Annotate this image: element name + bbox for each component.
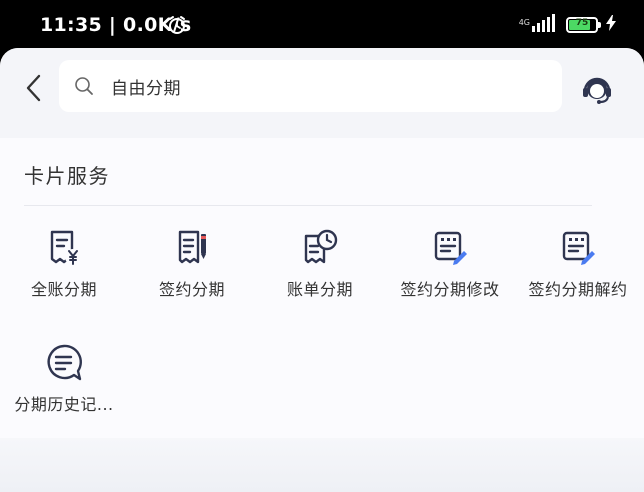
card-services-panel: 卡片服务 全账分期 签约分期 账单分期 签约分期修改 签约分期解约 分期历史记.…	[0, 138, 644, 438]
alarm-clock-icon	[167, 15, 187, 39]
service-label: 账单分期	[286, 280, 353, 299]
network-type-label: 4G	[518, 17, 530, 27]
app-content: 自由分期 卡片服务 全账分期 签约分期 账单分期 签约分期修改 签约分期解约 分…	[0, 48, 644, 492]
service-label: 全账分期	[30, 280, 97, 299]
service-contract-modify[interactable]: 签约分期修改	[386, 228, 514, 300]
charging-bolt-icon	[606, 15, 616, 35]
divider	[24, 205, 592, 206]
page-background	[0, 438, 644, 492]
service-contract-cancel[interactable]: 签约分期解约	[514, 228, 642, 300]
headset-icon	[583, 77, 611, 104]
contract-edit-icon	[430, 228, 470, 268]
contract-pen-icon	[172, 228, 212, 268]
service-label: 签约分期修改	[400, 280, 500, 299]
service-installment-history[interactable]: 分期历史记...	[0, 343, 128, 415]
bill-clock-icon	[300, 228, 340, 268]
service-contract-installment[interactable]: 签约分期	[128, 228, 256, 300]
service-label: 签约分期解约	[528, 280, 628, 299]
battery-level: 75	[575, 18, 589, 28]
battery-icon: 75	[566, 17, 601, 33]
status-bar: 11:35 | 0.0K/s 4G 75	[0, 0, 644, 50]
back-button[interactable]	[18, 70, 48, 106]
service-full-bill-installment[interactable]: 全账分期	[0, 228, 128, 300]
signal-icon	[532, 14, 556, 36]
contract-edit-icon	[558, 228, 598, 268]
section-title: 卡片服务	[24, 164, 110, 188]
service-bill-installment[interactable]: 账单分期	[256, 228, 384, 300]
search-icon	[73, 75, 95, 97]
customer-service-button[interactable]	[578, 70, 616, 108]
service-label: 签约分期	[158, 280, 225, 299]
search-input[interactable]: 自由分期	[59, 60, 562, 112]
bill-yuan-icon	[44, 228, 84, 268]
service-label: 分期历史记...	[14, 395, 114, 414]
chat-history-icon	[44, 343, 84, 383]
search-query: 自由分期	[111, 78, 181, 99]
top-bar: 自由分期	[0, 48, 644, 138]
chevron-left-icon	[26, 74, 41, 102]
